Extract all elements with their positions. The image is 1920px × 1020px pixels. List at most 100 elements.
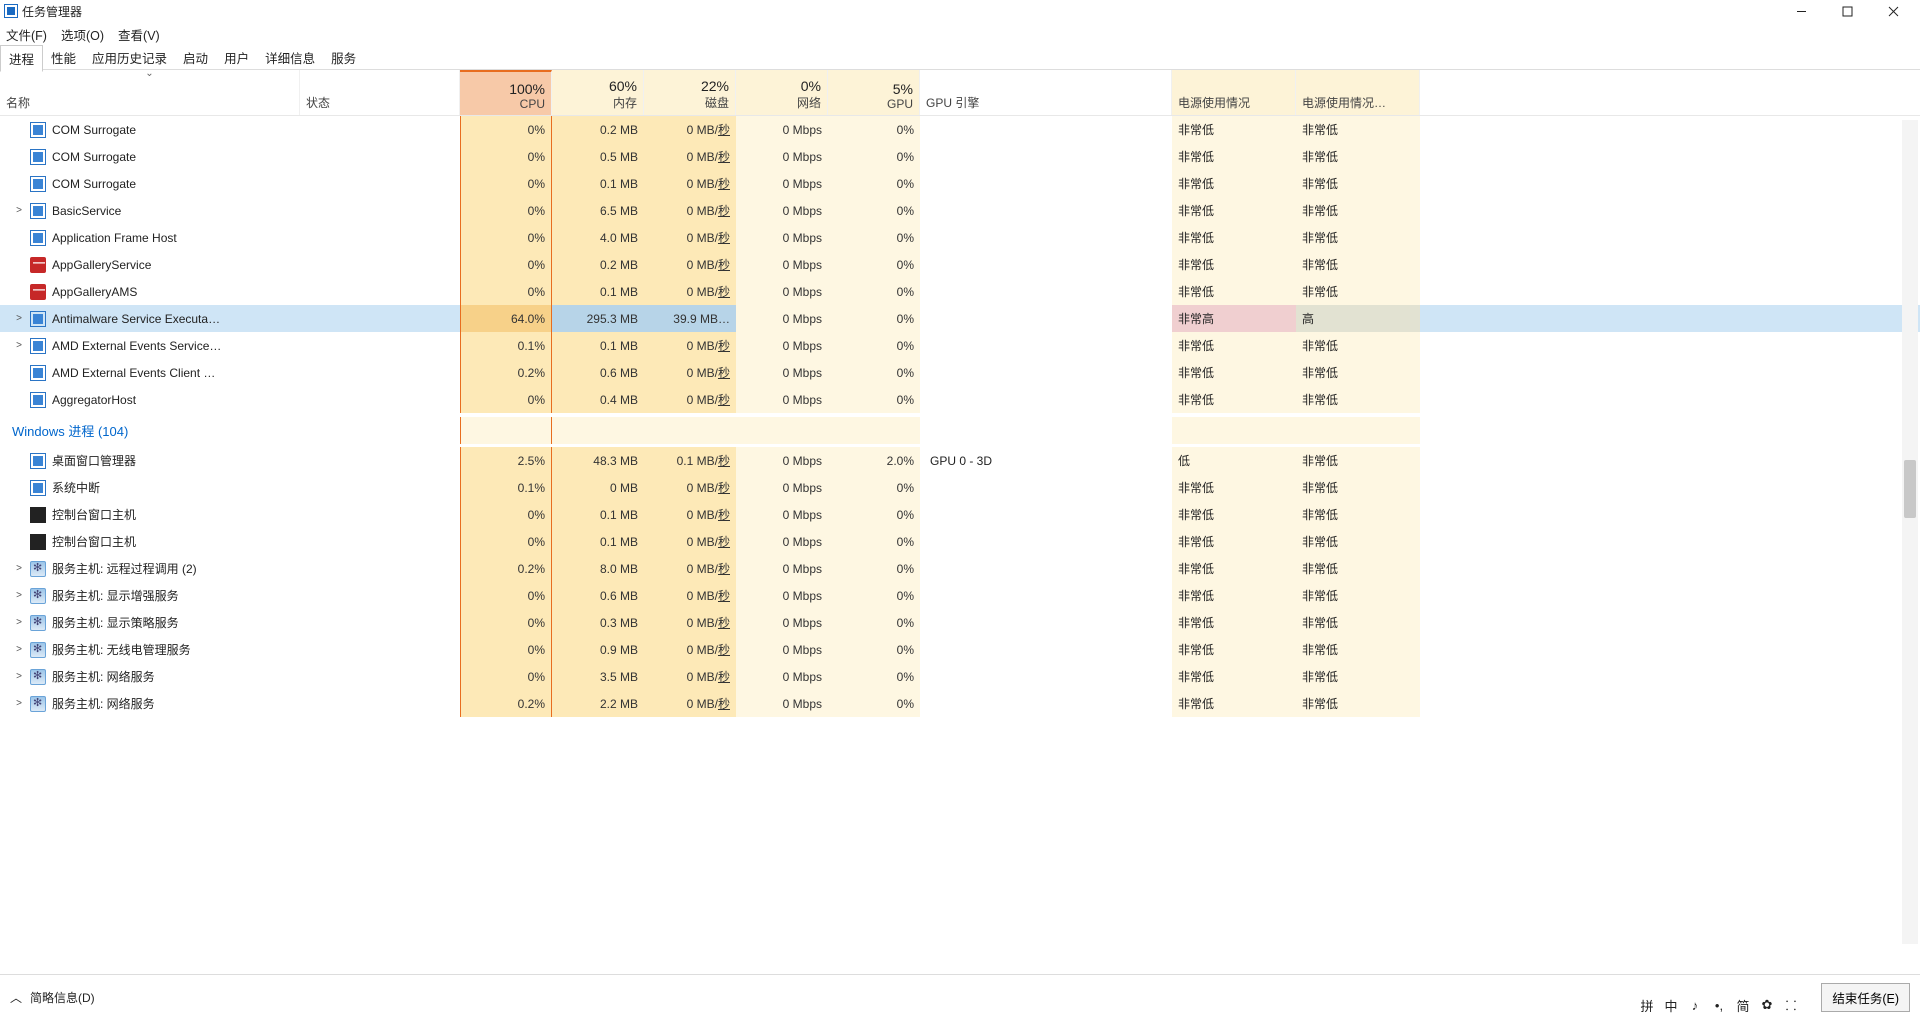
minimize-button[interactable] [1778,0,1824,22]
net-cell: 0 Mbps [736,197,828,224]
process-icon [30,588,46,604]
maximize-button[interactable] [1824,0,1870,22]
process-row[interactable]: >服务主机: 显示增强服务0%0.6 MB0 MB/秒0 Mbps0%非常低非常… [0,582,1920,609]
ime-grid-icon[interactable]: ⸬ [1782,996,1800,1014]
expand-icon[interactable]: > [12,671,26,682]
mem-cell: 8.0 MB [552,555,644,582]
process-row[interactable]: COM Surrogate0%0.2 MB0 MB/秒0 Mbps0%非常低非常… [0,116,1920,143]
expand-icon[interactable]: > [12,340,26,351]
col-cpu[interactable]: 100% CPU [460,70,552,115]
status-cell [300,251,460,278]
expand-icon[interactable]: > [12,644,26,655]
col-status[interactable]: 状态 [300,70,460,115]
ime-note-icon[interactable]: ♪ [1686,996,1704,1014]
power-cell: 非常高 [1172,305,1296,332]
gpu-cell: 0% [828,143,920,170]
col-disk[interactable]: 22% 磁盘 [644,70,736,115]
net-cell: 0 Mbps [736,528,828,555]
mem-cell: 0.1 MB [552,170,644,197]
process-group-header[interactable]: Windows 进程 (104) [0,413,1920,447]
col-network[interactable]: 0% 网络 [736,70,828,115]
power-trend-cell: 非常低 [1296,528,1420,555]
expand-icon[interactable]: > [12,563,26,574]
disk-cell: 0 MB/秒 [644,224,736,251]
tab-performance[interactable]: 性能 [43,45,84,70]
process-row[interactable]: >服务主机: 网络服务0.2%2.2 MB0 MB/秒0 Mbps0%非常低非常… [0,690,1920,717]
tab-users[interactable]: 用户 [216,45,257,70]
col-memory[interactable]: 60% 内存 [552,70,644,115]
col-gpu-engine[interactable]: GPU 引擎 [920,70,1172,115]
tab-processes[interactable]: 进程 [0,45,43,72]
power-trend-cell: 非常低 [1296,278,1420,305]
mem-cell: 0.1 MB [552,332,644,359]
process-row[interactable]: 控制台窗口主机0%0.1 MB0 MB/秒0 Mbps0%非常低非常低 [0,501,1920,528]
gpu-engine-cell [920,609,1172,636]
process-icon [30,507,46,523]
process-row[interactable]: >BasicService0%6.5 MB0 MB/秒0 Mbps0%非常低非常… [0,197,1920,224]
fewer-details-link[interactable]: 简略信息(D) [30,989,95,1006]
tab-services[interactable]: 服务 [323,45,364,70]
power-cell: 非常低 [1172,609,1296,636]
process-row[interactable]: AggregatorHost0%0.4 MB0 MB/秒0 Mbps0%非常低非… [0,386,1920,413]
expand-icon[interactable]: > [12,590,26,601]
process-row[interactable]: >AMD External Events Service…0.1%0.1 MB0… [0,332,1920,359]
tab-details[interactable]: 详细信息 [257,45,323,70]
menu-options[interactable]: 选项(O) [61,25,104,44]
ime-jian-icon[interactable]: 简 [1734,996,1752,1014]
process-row[interactable]: >Antimalware Service Executa…64.0%295.3 … [0,305,1920,332]
menu-view[interactable]: 查看(V) [118,25,160,44]
mem-cell: 2.2 MB [552,690,644,717]
process-row[interactable]: AppGalleryService0%0.2 MB0 MB/秒0 Mbps0%非… [0,251,1920,278]
process-row[interactable]: COM Surrogate0%0.5 MB0 MB/秒0 Mbps0%非常低非常… [0,143,1920,170]
tab-startup[interactable]: 启动 [175,45,216,70]
gpu-engine-cell [920,555,1172,582]
ime-pin-icon[interactable]: 拼 [1638,996,1656,1014]
chevron-up-icon[interactable]: ︿ [10,989,22,1006]
power-cell: 非常低 [1172,501,1296,528]
scrollbar-thumb[interactable] [1904,460,1916,518]
ime-punct-icon[interactable]: •, [1710,996,1728,1014]
net-cell: 0 Mbps [736,582,828,609]
mem-cell: 0.2 MB [552,251,644,278]
expand-icon[interactable]: > [12,313,26,324]
col-name[interactable]: ⌄ 名称 [0,70,300,115]
mem-cell: 0.6 MB [552,582,644,609]
menu-file[interactable]: 文件(F) [6,25,47,44]
col-power-trend[interactable]: 电源使用情况… [1296,70,1420,115]
status-cell [300,116,460,143]
disk-cell: 0 MB/秒 [644,386,736,413]
expand-icon[interactable]: > [12,205,26,216]
process-row[interactable]: >服务主机: 无线电管理服务0%0.9 MB0 MB/秒0 Mbps0%非常低非… [0,636,1920,663]
expand-icon[interactable]: > [12,617,26,628]
tab-history[interactable]: 应用历史记录 [84,45,175,70]
disk-cell: 0 MB/秒 [644,636,736,663]
net-cell: 0 Mbps [736,609,828,636]
ime-zhong-icon[interactable]: 中 [1662,996,1680,1014]
ime-gear-icon[interactable]: ✿ [1758,996,1776,1014]
process-row[interactable]: >服务主机: 显示策略服务0%0.3 MB0 MB/秒0 Mbps0%非常低非常… [0,609,1920,636]
vertical-scrollbar[interactable] [1902,120,1918,944]
status-cell [300,555,460,582]
process-row[interactable]: COM Surrogate0%0.1 MB0 MB/秒0 Mbps0%非常低非常… [0,170,1920,197]
process-row[interactable]: Application Frame Host0%4.0 MB0 MB/秒0 Mb… [0,224,1920,251]
col-power[interactable]: 电源使用情况 [1172,70,1296,115]
power-cell: 非常低 [1172,332,1296,359]
process-name: 服务主机: 显示增强服务 [52,587,179,604]
net-cell: 0 Mbps [736,143,828,170]
process-row[interactable]: 桌面窗口管理器2.5%48.3 MB0.1 MB/秒0 Mbps2.0%GPU … [0,447,1920,474]
process-row[interactable]: AppGalleryAMS0%0.1 MB0 MB/秒0 Mbps0%非常低非常… [0,278,1920,305]
process-row[interactable]: 系统中断0.1%0 MB0 MB/秒0 Mbps0%非常低非常低 [0,474,1920,501]
process-row[interactable]: >服务主机: 网络服务0%3.5 MB0 MB/秒0 Mbps0%非常低非常低 [0,663,1920,690]
process-row[interactable]: AMD External Events Client …0.2%0.6 MB0 … [0,359,1920,386]
net-cell: 0 Mbps [736,690,828,717]
end-task-button[interactable]: 结束任务(E) [1821,983,1910,1012]
process-name-cell: AppGalleryAMS [0,278,300,305]
net-cell: 0 Mbps [736,305,828,332]
close-button[interactable] [1870,0,1916,22]
status-cell [300,278,460,305]
expand-icon[interactable]: > [12,698,26,709]
col-gpu[interactable]: 5% GPU [828,70,920,115]
process-row[interactable]: >服务主机: 远程过程调用 (2)0.2%8.0 MB0 MB/秒0 Mbps0… [0,555,1920,582]
power-trend-cell: 非常低 [1296,197,1420,224]
process-row[interactable]: 控制台窗口主机0%0.1 MB0 MB/秒0 Mbps0%非常低非常低 [0,528,1920,555]
